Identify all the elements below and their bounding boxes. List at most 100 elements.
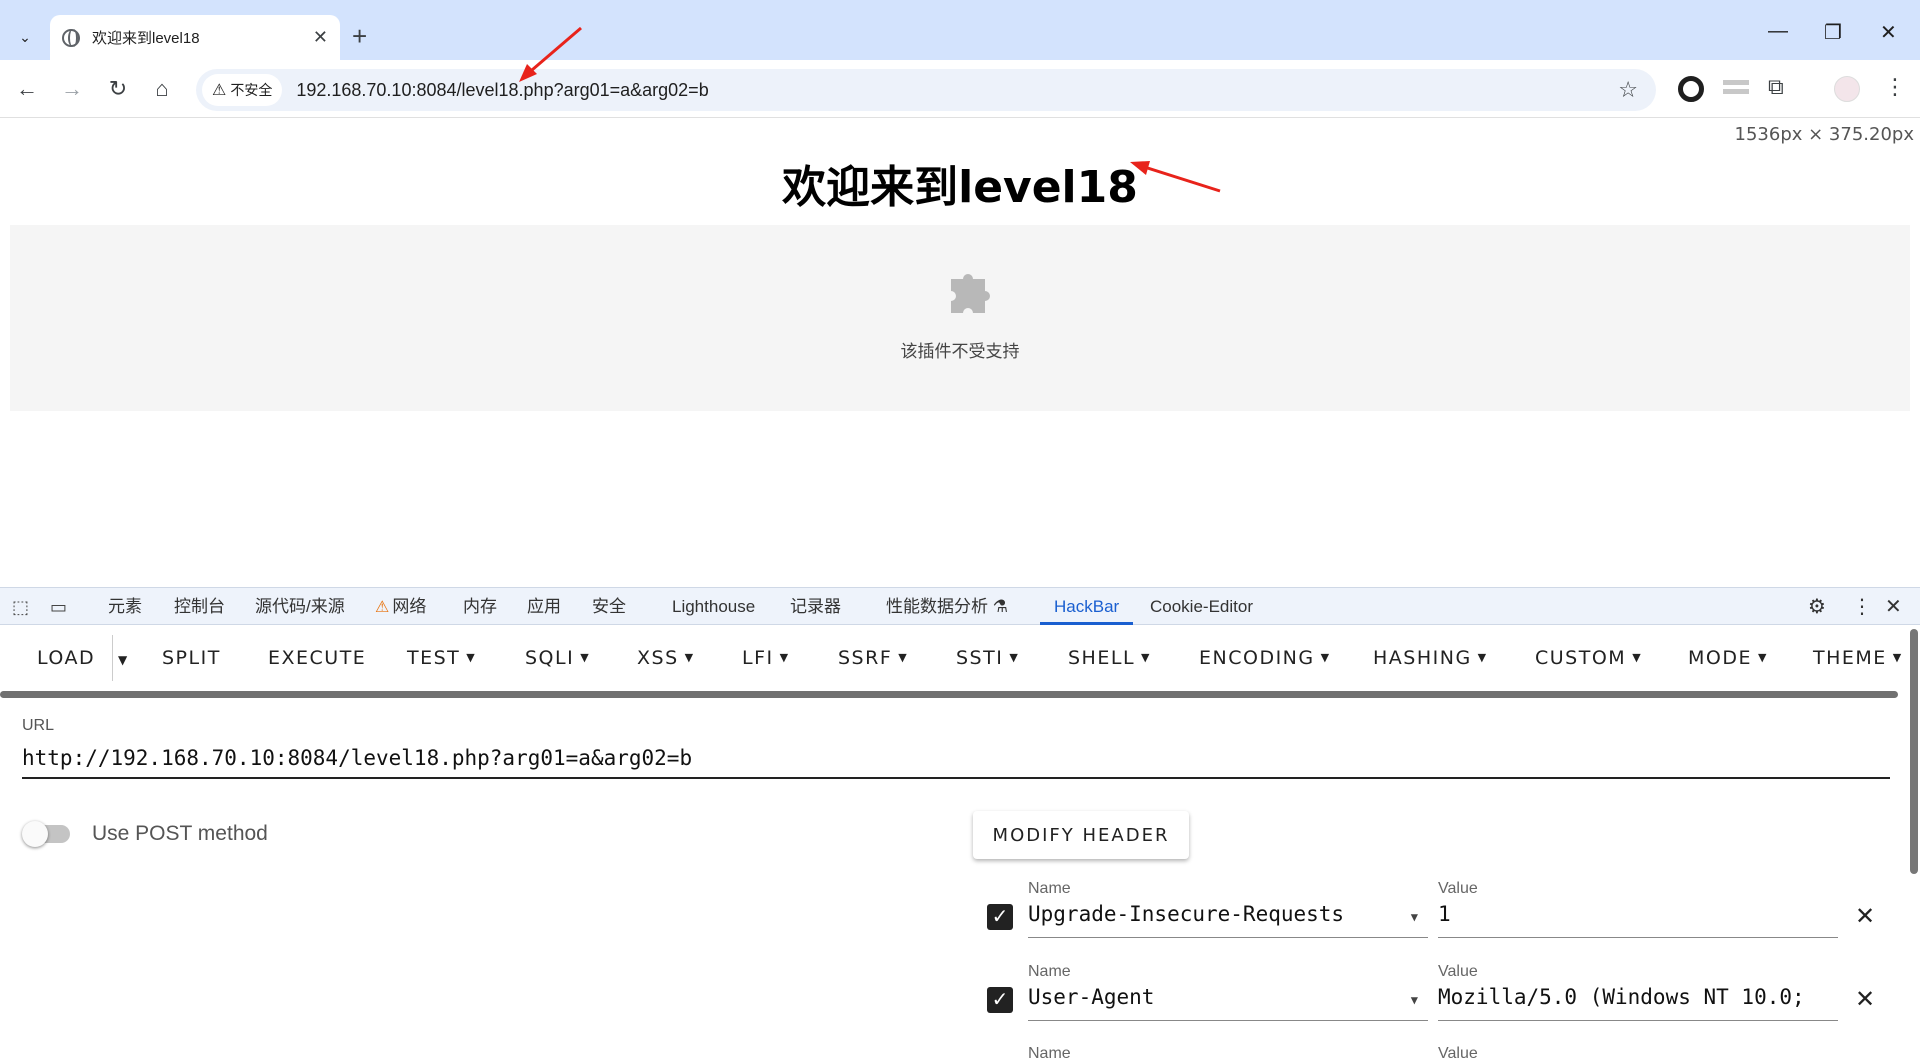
profile-avatar[interactable] xyxy=(1834,76,1860,102)
annotation-arrow xyxy=(519,26,582,82)
hackbar-execute-button[interactable]: EXECUTE xyxy=(268,647,366,669)
record-extension-icon[interactable] xyxy=(1678,76,1704,102)
devtools-tab-elements[interactable]: 元素 xyxy=(108,588,142,625)
warning-icon: ⚠ xyxy=(212,82,227,99)
hackbar-lfi-menu[interactable]: LFI ▼ xyxy=(742,647,790,669)
close-window-button[interactable]: ✕ xyxy=(1880,20,1897,45)
load-dropdown-caret-icon[interactable]: ▼ xyxy=(118,653,129,667)
globe-icon xyxy=(62,28,80,47)
menu-divider xyxy=(112,635,113,681)
menu-label: MODE xyxy=(1688,647,1752,669)
hackbar-custom-menu[interactable]: CUSTOM ▼ xyxy=(1535,647,1642,669)
header-value-label: Value xyxy=(1438,1045,1478,1060)
new-tab-button[interactable]: + xyxy=(352,22,367,50)
header-value-input[interactable]: Mozilla/5.0 (Windows NT 10.0; xyxy=(1438,985,1838,1021)
devtools-tab-recorder[interactable]: 记录器 xyxy=(790,588,841,625)
restore-button[interactable]: ❐ xyxy=(1824,20,1842,45)
hackbar-ssti-menu[interactable]: SSTI ▼ xyxy=(956,647,1019,669)
header-name-label: Name xyxy=(1028,963,1071,980)
bookmark-star-icon[interactable]: ☆ xyxy=(1618,77,1638,103)
minimize-button[interactable]: — xyxy=(1768,20,1788,43)
address-url[interactable]: 192.168.70.10:8084/level18.php?arg01=a&a… xyxy=(296,80,1618,101)
tab-close-icon[interactable]: ✕ xyxy=(313,27,328,48)
devtools-tab-security[interactable]: 安全 xyxy=(592,588,626,625)
caret-down-icon: ▼ xyxy=(580,651,591,664)
header-value-label: Value xyxy=(1438,880,1478,897)
menu-label: SHELL xyxy=(1068,647,1136,669)
hackbar-shell-menu[interactable]: SHELL ▼ xyxy=(1068,647,1151,669)
post-method-label: Use POST method xyxy=(92,822,268,845)
devtools-tab-bar: ⬚ ▭ 元素 控制台 源代码/来源 ⚠ 网络 内存 应用 安全 Lighthous… xyxy=(0,587,1920,625)
header-row: ✓ Name Upgrade-Insecure-Requests ▼ Value … xyxy=(985,880,1885,944)
url-label: URL xyxy=(22,717,55,734)
hackbar-ssrf-menu[interactable]: SSRF ▼ xyxy=(838,647,908,669)
remove-header-icon[interactable]: ✕ xyxy=(1855,902,1875,931)
menu-label: CUSTOM xyxy=(1535,647,1627,669)
header-name-value: Upgrade-Insecure-Requests xyxy=(1028,902,1345,926)
caret-down-icon: ▼ xyxy=(1892,651,1903,664)
forward-button[interactable]: → xyxy=(57,74,87,104)
header-row: Name Value xyxy=(985,1045,1885,1060)
home-button[interactable]: ⌂ xyxy=(147,74,177,104)
devtools-tab-network[interactable]: ⚠ 网络 xyxy=(375,588,426,625)
inspect-element-icon[interactable]: ⬚ xyxy=(12,597,29,618)
hackbar-vertical-scrollbar[interactable] xyxy=(1910,629,1918,874)
devtools-tab-cookie-editor[interactable]: Cookie-Editor xyxy=(1150,588,1253,625)
header-name-input[interactable]: User-Agent ▼ xyxy=(1028,985,1428,1021)
header-value-label: Value xyxy=(1438,963,1478,980)
browser-menu-icon[interactable]: ⋮ xyxy=(1884,74,1906,100)
reload-button[interactable]: ↻ xyxy=(103,74,133,104)
bars-extension-icon[interactable] xyxy=(1723,80,1749,98)
devtools-tab-hackbar[interactable]: HackBar xyxy=(1040,588,1134,625)
caret-down-icon: ▼ xyxy=(1757,651,1768,664)
header-row: ✓ Name User-Agent ▼ Value Mozilla/5.0 (Wi… xyxy=(985,963,1885,1027)
devtools-tab-console[interactable]: 控制台 xyxy=(174,588,225,625)
header-value-input[interactable]: 1 xyxy=(1438,902,1838,938)
extensions-puzzle-icon[interactable]: ⧉ xyxy=(1768,74,1784,100)
menu-label: HASHING xyxy=(1373,647,1472,669)
browser-tab[interactable]: 欢迎来到level18 ✕ xyxy=(50,15,340,60)
security-label: 不安全 xyxy=(230,82,273,98)
hackbar-test-menu[interactable]: TEST ▼ xyxy=(407,647,476,669)
tab-strip: ⌄ 欢迎来到level18 ✕ + — ❐ ✕ xyxy=(0,0,1920,60)
devtools-tab-memory[interactable]: 内存 xyxy=(463,588,497,625)
browser-toolbar: ← → ↻ ⌂ ⚠ 不安全 192.168.70.10:8084/level18… xyxy=(0,60,1920,118)
remove-header-icon[interactable]: ✕ xyxy=(1855,985,1875,1014)
hackbar-load-button[interactable]: LOAD xyxy=(37,647,95,669)
devtools-close-icon[interactable]: ✕ xyxy=(1885,594,1902,619)
caret-down-icon: ▼ xyxy=(1320,651,1331,664)
hackbar-hashing-menu[interactable]: HASHING ▼ xyxy=(1373,647,1488,669)
header-name-input[interactable]: Upgrade-Insecure-Requests ▼ xyxy=(1028,902,1428,938)
url-input[interactable]: http://192.168.70.10:8084/level18.php?ar… xyxy=(22,743,1890,779)
header-enabled-checkbox[interactable]: ✓ xyxy=(987,987,1013,1013)
hackbar-split-button[interactable]: SPLIT xyxy=(162,647,221,669)
menu-label: ENCODING xyxy=(1199,647,1315,669)
devtools-tab-sources[interactable]: 源代码/来源 xyxy=(255,588,345,625)
hackbar-encoding-menu[interactable]: ENCODING ▼ xyxy=(1199,647,1331,669)
puzzle-piece-icon xyxy=(951,274,990,313)
hackbar-mode-menu[interactable]: MODE ▼ xyxy=(1688,647,1768,669)
devtools-tab-application[interactable]: 应用 xyxy=(527,588,561,625)
devtools-tab-lighthouse[interactable]: Lighthouse xyxy=(672,588,755,625)
address-bar[interactable]: ⚠ 不安全 192.168.70.10:8084/level18.php?arg… xyxy=(196,69,1656,111)
caret-down-icon: ▼ xyxy=(1477,651,1488,664)
modify-header-button[interactable]: MODIFY HEADER xyxy=(973,811,1189,859)
devtools-settings-icon[interactable]: ⚙ xyxy=(1808,594,1826,619)
post-method-toggle[interactable] xyxy=(22,821,74,847)
security-chip[interactable]: ⚠ 不安全 xyxy=(202,74,283,106)
hackbar-theme-menu[interactable]: THEME ▼ xyxy=(1813,647,1903,669)
header-enabled-checkbox[interactable]: ✓ xyxy=(987,904,1013,930)
hackbar-menu-scrollbar[interactable] xyxy=(0,691,1898,698)
page-title: 欢迎来到level18 xyxy=(782,162,1138,213)
dropdown-arrow-icon[interactable]: ▼ xyxy=(1411,910,1418,924)
menu-label: SSRF xyxy=(838,647,893,669)
devtools-tab-performance-insights[interactable]: 性能数据分析 ⚗ xyxy=(886,588,1008,625)
devtools-more-icon[interactable]: ⋮ xyxy=(1852,594,1872,619)
menu-label: XSS xyxy=(637,647,679,669)
tab-search-button[interactable]: ⌄ xyxy=(10,22,40,52)
device-toolbar-icon[interactable]: ▭ xyxy=(50,597,67,618)
hackbar-xss-menu[interactable]: XSS ▼ xyxy=(637,647,695,669)
back-button[interactable]: ← xyxy=(12,74,42,104)
dropdown-arrow-icon[interactable]: ▼ xyxy=(1411,993,1418,1007)
hackbar-sqli-menu[interactable]: SQLI ▼ xyxy=(525,647,590,669)
